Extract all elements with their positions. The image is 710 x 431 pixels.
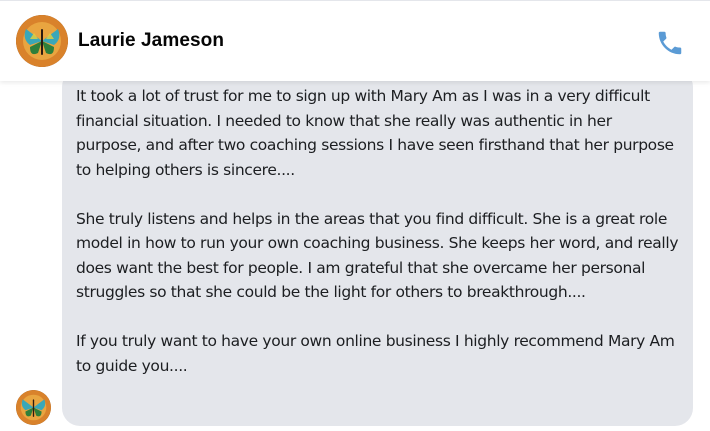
contact-name[interactable]: Laurie Jameson <box>78 30 224 52</box>
message-paragraph-2: She truly listens and helps in the areas… <box>76 209 679 302</box>
call-button[interactable] <box>655 28 685 58</box>
message-paragraph-1: It took a lot of trust for me to sign up… <box>76 87 674 179</box>
message-paragraph-3: If you truly want to have your own onlin… <box>76 332 675 375</box>
butterfly-avatar-image <box>16 390 51 425</box>
contact-avatar[interactable] <box>16 15 68 67</box>
phone-icon <box>658 31 682 55</box>
chat-header: Laurie Jameson <box>0 0 710 81</box>
message-bubble[interactable]: It took a lot of trust for me to sign up… <box>62 69 693 426</box>
butterfly-avatar-image <box>16 15 68 67</box>
message-thread: It took a lot of trust for me to sign up… <box>0 69 710 431</box>
sender-avatar[interactable] <box>16 390 51 425</box>
